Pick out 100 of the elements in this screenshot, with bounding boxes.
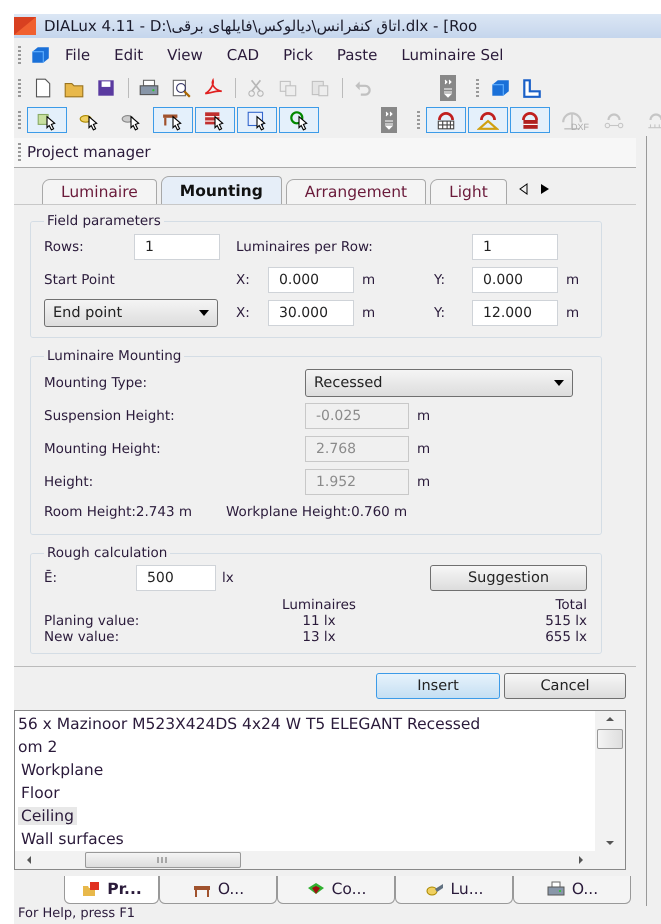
room-height-text: Room Height:2.743 m xyxy=(44,504,192,520)
mounting-type-dropdown[interactable]: Recessed xyxy=(305,368,573,397)
print-preview-icon xyxy=(170,77,192,99)
x-coordinate-field[interactable]: 0.000 xyxy=(268,266,354,293)
menu-item[interactable]: Luminaire Sel xyxy=(389,46,516,64)
toolbar-button[interactable] xyxy=(195,107,235,133)
field-label: X: xyxy=(236,272,251,288)
field-label: Y: xyxy=(434,304,446,321)
unit-label: m xyxy=(361,272,376,288)
menu-item[interactable]: Edit xyxy=(102,46,156,64)
suggestion-button[interactable]: Suggestion xyxy=(430,565,587,592)
point-dropdown[interactable]: End point xyxy=(44,298,218,327)
scrollbar-thumb[interactable] xyxy=(85,852,241,868)
printer-icon xyxy=(546,880,566,898)
window-title: DIALux 4.11 - D:\اتاق کنفرانس\دیالوکس\فایلهای برقی.dlx - [Roo xyxy=(44,17,478,35)
workplane-height-text: Workplane Height:0.760 m xyxy=(226,504,408,520)
app-icon xyxy=(14,17,36,35)
row-label: Planing value: xyxy=(44,613,140,630)
scroll-right-icon[interactable] xyxy=(538,182,551,196)
tab[interactable]: Luminaire xyxy=(42,179,157,204)
tab[interactable]: Light xyxy=(430,179,507,204)
tree-item[interactable]: Wall surfaces xyxy=(18,830,127,848)
field-label: Mounting Height: xyxy=(44,440,162,457)
project-folder-icon xyxy=(81,880,102,898)
tab[interactable]: O... xyxy=(159,876,277,904)
field-label: Suspension Height: xyxy=(44,408,176,424)
x-coordinate-field[interactable]: 30.000 xyxy=(268,300,354,326)
tab[interactable]: O... xyxy=(513,876,631,904)
illuminance-field[interactable]: 500 xyxy=(136,565,216,592)
scrollbar-thumb[interactable] xyxy=(597,728,623,749)
toolbar-button[interactable] xyxy=(153,107,193,133)
toolbar-overflow-button[interactable] xyxy=(440,75,456,101)
tree-item[interactable]: om 2 xyxy=(15,738,60,756)
tree-item[interactable]: Workplane xyxy=(18,761,106,780)
menu-item[interactable]: Paste xyxy=(324,46,390,64)
tab[interactable]: Co... xyxy=(277,876,395,904)
tree-item[interactable]: Floor xyxy=(18,784,63,802)
overflow-icon xyxy=(384,109,394,131)
unit-label: m xyxy=(416,408,430,424)
grip-icon[interactable] xyxy=(18,111,21,129)
vertical-scrollbar[interactable] xyxy=(595,710,625,851)
scroll-up-icon[interactable] xyxy=(604,714,616,723)
tab[interactable]: Lu... xyxy=(395,876,513,904)
field-label: X: xyxy=(236,304,251,321)
tab[interactable]: Pr... xyxy=(64,876,159,904)
unit-label: lx xyxy=(222,570,234,586)
group-title: Rough calculation xyxy=(46,545,168,562)
table-cell-text: 11 lx xyxy=(301,613,337,630)
toolbar-button[interactable] xyxy=(279,107,319,133)
grip-icon[interactable] xyxy=(476,79,479,97)
scroll-down-icon[interactable] xyxy=(604,838,616,847)
field-label: Ē: xyxy=(44,570,58,586)
overflow-icon xyxy=(443,77,453,99)
grip-icon[interactable] xyxy=(18,46,21,64)
table-cell-text: 13 lx xyxy=(301,629,337,646)
toolbar-overflow-button[interactable] xyxy=(381,107,397,133)
scroll-left-icon[interactable] xyxy=(25,854,33,865)
grip-icon[interactable] xyxy=(18,143,21,162)
field-label: Luminaires per Row: xyxy=(236,239,374,256)
calc-grid-icon xyxy=(435,109,457,131)
caret-icon xyxy=(554,380,564,386)
unit-label: m xyxy=(361,304,376,321)
calc-wall-icon xyxy=(519,109,541,131)
calc-angle-icon xyxy=(477,109,499,131)
unit-label: m xyxy=(565,304,578,321)
group-title: Field parameters xyxy=(46,213,162,230)
scroll-right-icon[interactable] xyxy=(577,854,585,865)
unit-label: m xyxy=(416,474,430,490)
unit-label: m xyxy=(416,440,430,457)
y-coordinate-field[interactable]: 0.000 xyxy=(472,266,558,293)
field-label: Y: xyxy=(434,272,446,288)
grip-icon[interactable] xyxy=(18,79,21,97)
l-shape-icon xyxy=(521,77,543,99)
grip-icon[interactable] xyxy=(417,111,420,129)
toolbar-button[interactable] xyxy=(426,107,466,133)
menu-item[interactable]: File xyxy=(53,46,102,64)
tab[interactable]: Mounting xyxy=(160,176,282,204)
horizontal-scrollbar[interactable] xyxy=(15,850,625,869)
luminaires-per-row-field[interactable]: 1 xyxy=(472,234,558,260)
y-coordinate-field[interactable]: 12.000 xyxy=(472,300,558,326)
field-label: Rows: xyxy=(44,239,85,256)
insert-button[interactable]: Insert xyxy=(376,673,500,700)
column-header: Total xyxy=(554,597,587,614)
toolbar-button[interactable] xyxy=(27,107,67,133)
tab[interactable]: Arrangement xyxy=(286,179,426,204)
menu-item[interactable]: Pick xyxy=(271,46,325,64)
scroll-left-icon[interactable] xyxy=(516,182,529,196)
menu-item[interactable]: View xyxy=(155,46,215,64)
panel-title: Project manager xyxy=(27,143,151,162)
menu-item[interactable]: CAD xyxy=(214,46,272,64)
cancel-button[interactable]: Cancel xyxy=(504,673,626,700)
group-title: Luminaire Mounting xyxy=(46,348,182,364)
tree-item[interactable]: Ceiling xyxy=(18,807,77,826)
field-label: Height: xyxy=(44,474,94,490)
field-label: Mounting Type: xyxy=(44,374,148,391)
toolbar-button[interactable] xyxy=(237,107,277,133)
select-surface-icon xyxy=(246,109,268,131)
rows-field[interactable]: 1 xyxy=(134,234,220,260)
tree-item[interactable]: 56 x Mazinoor M523X424DS 4x24 W T5 ELEGANT Recessed xyxy=(15,715,484,734)
select-point-icon xyxy=(288,109,310,131)
